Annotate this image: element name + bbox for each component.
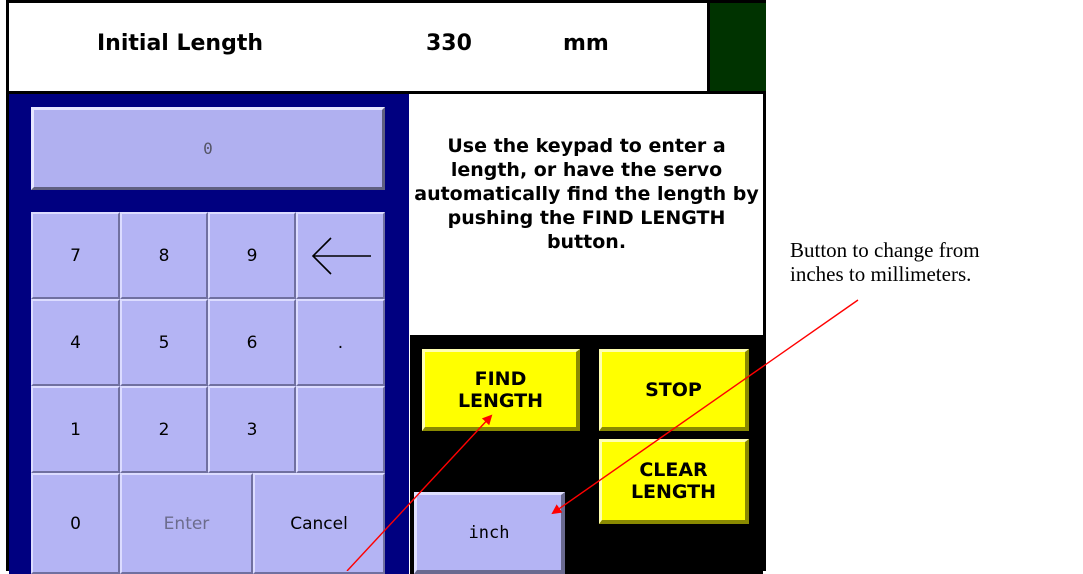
- key-4[interactable]: 4: [31, 299, 120, 386]
- annotation-callout: Button to change from inches to millimet…: [790, 238, 980, 286]
- unit-toggle-button[interactable]: inch: [414, 492, 565, 574]
- annotation-line-1: Button to change from: [790, 238, 980, 262]
- header-bar: Initial Length 330 mm: [9, 3, 766, 94]
- find-length-button[interactable]: FIND LENGTH: [422, 349, 580, 431]
- key-3[interactable]: 3: [208, 386, 296, 473]
- hmi-panel: Initial Length 330 mm 0 7 8 9 4 5 6 . 1 …: [6, 0, 766, 574]
- find-length-label-line2: LENGTH: [457, 389, 544, 412]
- find-length-label-line1: FIND: [474, 367, 527, 390]
- key-8[interactable]: 8: [120, 212, 208, 299]
- key-5[interactable]: 5: [120, 299, 208, 386]
- clear-length-label-line2: LENGTH: [630, 481, 717, 503]
- numeric-keypad: 0 7 8 9 4 5 6 . 1 2 3 0 Enter Cancel: [9, 94, 409, 574]
- key-1[interactable]: 1: [31, 386, 120, 473]
- clear-length-label-line1: CLEAR: [639, 459, 708, 481]
- keypad-display: 0: [31, 107, 385, 190]
- key-6[interactable]: 6: [208, 299, 296, 386]
- key-0[interactable]: 0: [31, 473, 120, 574]
- annotation-line-2: inches to millimeters.: [790, 262, 972, 286]
- status-indicator: [707, 3, 766, 91]
- key-9[interactable]: 9: [208, 212, 296, 299]
- page-title: Initial Length: [97, 31, 264, 56]
- key-blank[interactable]: [296, 386, 385, 473]
- instructions-text: Use the keypad to enter a length, or hav…: [410, 94, 763, 335]
- enter-button[interactable]: Enter: [120, 473, 253, 574]
- key-7[interactable]: 7: [31, 212, 120, 299]
- stop-button[interactable]: STOP: [599, 349, 749, 431]
- length-value: 330: [426, 31, 472, 56]
- key-2[interactable]: 2: [120, 386, 208, 473]
- control-buttons-area: FIND LENGTH STOP CLEAR LENGTH inch: [410, 335, 763, 574]
- backspace-button[interactable]: [296, 212, 385, 299]
- clear-length-label: CLEAR LENGTH: [631, 459, 716, 503]
- cancel-button[interactable]: Cancel: [253, 473, 385, 574]
- left-arrow-icon: [311, 236, 371, 275]
- key-decimal-point[interactable]: .: [296, 299, 385, 386]
- find-length-label: FIND LENGTH: [458, 368, 543, 412]
- length-unit: mm: [563, 31, 609, 56]
- clear-length-button[interactable]: CLEAR LENGTH: [599, 439, 749, 524]
